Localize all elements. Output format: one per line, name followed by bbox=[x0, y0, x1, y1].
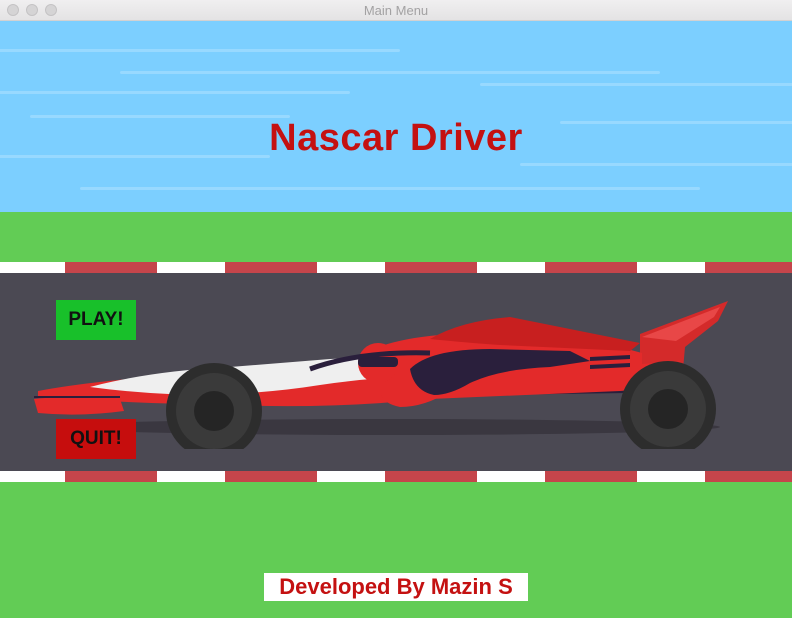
quit-button[interactable]: QUIT! bbox=[56, 419, 136, 459]
sky-streak bbox=[480, 83, 792, 86]
developer-credits: Developed By Mazin S bbox=[264, 573, 528, 601]
game-window: Main Menu Nascar Driver PLAY! QUIT! Deve… bbox=[0, 0, 792, 618]
window-title: Main Menu bbox=[363, 3, 429, 18]
curb-bottom bbox=[0, 471, 792, 482]
sky-streak bbox=[120, 71, 660, 74]
sky-streak bbox=[0, 91, 350, 94]
sky-streak bbox=[0, 49, 400, 52]
game-title: Nascar Driver bbox=[269, 117, 523, 159]
curb-top bbox=[0, 262, 792, 273]
sky-streak bbox=[520, 163, 792, 166]
grass-top bbox=[0, 212, 792, 262]
main-menu-scene: Nascar Driver PLAY! QUIT! Developed By M… bbox=[0, 21, 792, 618]
sky-streak bbox=[80, 187, 700, 190]
title-bar: Main Menu bbox=[0, 0, 792, 21]
play-button[interactable]: PLAY! bbox=[56, 300, 136, 340]
